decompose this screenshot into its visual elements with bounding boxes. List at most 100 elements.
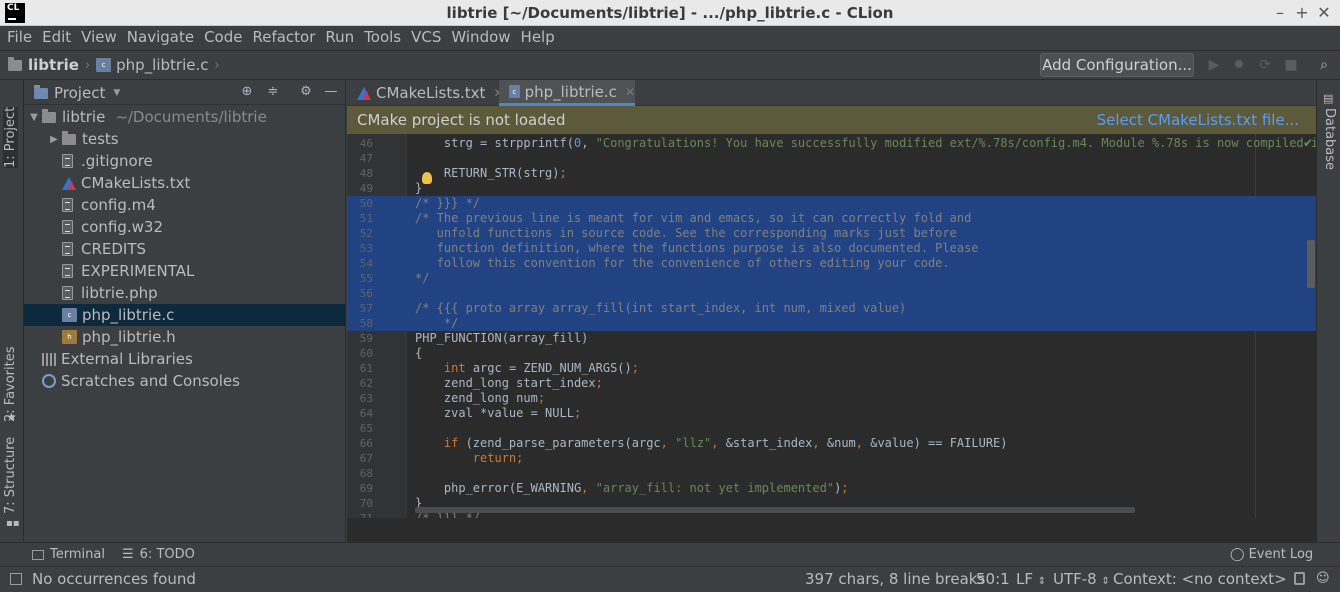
project-tool-window: Project ▼ ⊕ ≑ ⚙ — ▼ libtrie ~/Documents/li… (24, 80, 346, 542)
code-line[interactable]: 57 /* {{{ proto array array_fill(int star… (347, 301, 1316, 316)
tree-item[interactable]: config.w32 (24, 216, 346, 238)
code-line[interactable]: 47 (347, 151, 1316, 166)
code-line[interactable]: 63 zend_long num; (347, 391, 1316, 406)
minimize-icon[interactable]: – (1272, 3, 1288, 22)
close-window-icon[interactable]: ✕ (1316, 3, 1332, 22)
code-line[interactable]: 69 php_error(E_WARNING, "array_fill: not… (347, 481, 1316, 496)
hector-icon[interactable]: ☺ (1316, 571, 1330, 586)
code-line[interactable]: 61 int argc = ZEND_NUM_ARGS(); (347, 361, 1316, 376)
tree-item-label: libtrie (62, 108, 106, 126)
code-line[interactable]: 59 PHP_FUNCTION(array_fill) (347, 331, 1316, 346)
run-with-coverage-icon[interactable]: ⟳ (1257, 57, 1273, 73)
cmake-icon (357, 86, 371, 100)
code-line[interactable]: 58 */ (347, 316, 1316, 331)
code-line[interactable]: 68 (347, 466, 1316, 481)
tool-tab-structure[interactable]: 7: Structure (3, 437, 18, 514)
editor-tab-bar: CMakeLists.txt ✕ c php_libtrie.c ✕ (347, 80, 1316, 106)
tree-item-label: libtrie.php (81, 284, 158, 302)
todo-label: 6: TODO (139, 547, 195, 562)
code-editor[interactable]: 46 strg = strpprintf(0, "Congratulations… (347, 134, 1316, 518)
event-log-button[interactable]: ◯ Event Log (1230, 547, 1313, 562)
code-line[interactable]: 62 zend_long start_index; (347, 376, 1316, 391)
code-line[interactable]: 64 zval *value = NULL; (347, 406, 1316, 421)
locate-file-icon[interactable]: ⊕ (239, 84, 255, 100)
tree-item[interactable]: Scratches and Consoles (24, 370, 346, 392)
tree-item[interactable]: config.m4 (24, 194, 346, 216)
tab-cmakelists[interactable]: CMakeLists.txt ✕ (347, 80, 504, 106)
code-line[interactable]: 53 function definition, where the functi… (347, 241, 1316, 256)
horizontal-scrollbar[interactable] (415, 507, 1135, 513)
code-text: */ (415, 316, 459, 330)
inspection-ok-icon[interactable]: ✔ (1303, 136, 1313, 150)
code-line[interactable]: 66 if (zend_parse_parameters(argc, "llz"… (347, 436, 1316, 451)
menu-edit[interactable]: Edit (37, 26, 76, 50)
hide-panel-icon[interactable]: — (323, 84, 339, 100)
code-line[interactable]: 67 return; (347, 451, 1316, 466)
tool-tab-project[interactable]: 1: Project (3, 106, 18, 168)
menu-navigate[interactable]: Navigate (122, 26, 199, 50)
menu-tools[interactable]: Tools (359, 26, 406, 50)
add-configuration-button[interactable]: Add Configuration... (1040, 53, 1194, 77)
select-cmakelists-link[interactable]: Select CMakeLists.txt file... (1097, 111, 1299, 129)
code-line[interactable]: 49} (347, 181, 1316, 196)
project-view-selector[interactable]: Project ▼ (34, 84, 120, 102)
line-separator-selector[interactable]: LF ⇕ (1016, 570, 1046, 588)
menu-run[interactable]: Run (320, 26, 359, 50)
line-number: 56 (359, 287, 373, 300)
code-line[interactable]: 46 strg = strpprintf(0, "Congratulations… (347, 136, 1316, 151)
tree-item[interactable]: CREDITS (24, 238, 346, 260)
todo-tool-button[interactable]: ☰ 6: TODO (122, 547, 195, 562)
code-line[interactable]: 48 RETURN_STR(strg); (347, 166, 1316, 181)
tree-item[interactable]: ▼ libtrie ~/Documents/libtrie (24, 106, 346, 128)
debug-icon[interactable]: ✹ (1231, 57, 1247, 73)
code-line[interactable]: 50 /* }}} */ (347, 196, 1316, 211)
menu-help[interactable]: Help (516, 26, 560, 50)
tree-item[interactable]: c php_libtrie.c (24, 304, 346, 326)
code-line[interactable]: 51 /* The previous line is meant for vim … (347, 211, 1316, 226)
menu-view[interactable]: View (76, 26, 122, 50)
maximize-icon[interactable]: + (1294, 3, 1310, 22)
tool-tab-database[interactable]: Database (1322, 108, 1337, 170)
code-text: return; (472, 451, 524, 465)
menu-file[interactable]: File (2, 26, 37, 50)
lightbulb-icon[interactable] (422, 172, 432, 184)
cmake-icon (62, 176, 76, 190)
line-number: 66 (359, 437, 373, 450)
tree-item[interactable]: EXPERIMENTAL (24, 260, 346, 282)
gear-icon[interactable]: ⚙ (298, 84, 314, 100)
tree-item[interactable]: h php_libtrie.h (24, 326, 346, 348)
code-line[interactable]: 52 unfold functions in source code. See … (347, 226, 1316, 241)
tree-item-label: External Libraries (61, 350, 193, 368)
tree-item[interactable]: External Libraries (24, 348, 346, 370)
breadcrumb-project[interactable]: libtrie (28, 56, 79, 74)
collapse-all-icon[interactable]: ≑ (265, 84, 281, 100)
run-icon[interactable]: ▶ (1206, 57, 1222, 73)
code-line[interactable]: 54 follow this convention for the conven… (347, 256, 1316, 271)
close-tab-icon[interactable]: ✕ (625, 85, 635, 99)
tree-item[interactable]: .gitignore (24, 150, 346, 172)
tab-php-libtrie-c[interactable]: c php_libtrie.c ✕ (499, 80, 635, 106)
vertical-scrollbar[interactable] (1307, 240, 1315, 288)
tree-item[interactable]: ▶ tests (24, 128, 346, 150)
caret-position[interactable]: 50:1 (976, 570, 1010, 588)
lock-icon[interactable] (1294, 572, 1305, 585)
tool-windows-toggle-icon[interactable] (10, 573, 22, 585)
breadcrumb-file[interactable]: php_libtrie.c (116, 56, 208, 74)
search-everywhere-icon[interactable]: ⌕ (1316, 57, 1332, 73)
menu-window[interactable]: Window (446, 26, 515, 50)
menu-refactor[interactable]: Refactor (247, 26, 320, 50)
code-line[interactable]: 55 */ (347, 271, 1316, 286)
menu-code[interactable]: Code (199, 26, 247, 50)
collapse-arrow-icon[interactable]: ▶ (46, 134, 62, 145)
expand-arrow-icon[interactable]: ▼ (26, 112, 42, 123)
stop-icon[interactable]: ■ (1283, 57, 1299, 73)
tree-item[interactable]: CMakeLists.txt (24, 172, 346, 194)
menu-vcs[interactable]: VCS (406, 26, 446, 50)
encoding-selector[interactable]: UTF-8 ⇕ (1053, 570, 1110, 588)
context-info[interactable]: Context: <no context> (1113, 570, 1287, 588)
tree-item[interactable]: libtrie.php (24, 282, 346, 304)
code-line[interactable]: 65 (347, 421, 1316, 436)
terminal-tool-button[interactable]: Terminal (32, 547, 105, 562)
code-line[interactable]: 60 { (347, 346, 1316, 361)
code-line[interactable]: 56 (347, 286, 1316, 301)
